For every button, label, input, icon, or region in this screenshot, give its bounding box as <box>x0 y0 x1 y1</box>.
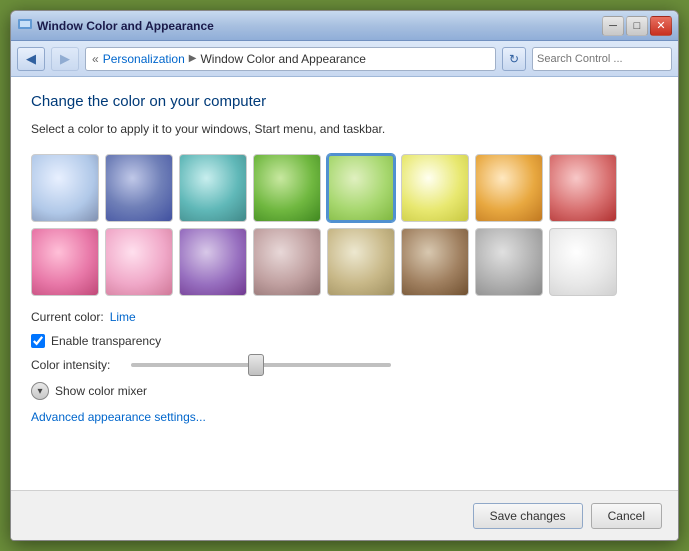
title-bar-buttons: ─ □ ✕ <box>602 16 672 36</box>
color-swatch-sky[interactable] <box>31 154 99 222</box>
expand-icon: ▾ <box>31 382 49 400</box>
breadcrumb-separator: ▶ <box>189 53 197 64</box>
color-swatch-purple[interactable] <box>179 228 247 296</box>
minimize-button[interactable]: ─ <box>602 16 624 36</box>
intensity-slider-track[interactable] <box>131 363 391 367</box>
intensity-label: Color intensity: <box>31 358 121 372</box>
color-swatch-pink[interactable] <box>31 228 99 296</box>
title-bar-left: Window Color and Appearance <box>17 18 214 34</box>
breadcrumb: « Personalization ▶ Window Color and App… <box>85 47 496 71</box>
cancel-button[interactable]: Cancel <box>591 503 662 529</box>
search-bar: 🔍 <box>532 47 672 71</box>
color-row-1 <box>31 154 658 222</box>
color-swatch-green[interactable] <box>253 154 321 222</box>
search-input[interactable] <box>537 53 679 65</box>
back-button[interactable]: ◀ <box>17 47 45 71</box>
title-bar: Window Color and Appearance ─ □ ✕ <box>11 11 678 41</box>
color-swatch-yellow[interactable] <box>401 154 469 222</box>
intensity-slider-thumb[interactable] <box>248 354 264 376</box>
forward-button[interactable]: ▶ <box>51 47 79 71</box>
current-color-label: Current color: <box>31 310 104 324</box>
window-title: Window Color and Appearance <box>37 19 214 33</box>
close-button[interactable]: ✕ <box>650 16 672 36</box>
intensity-row: Color intensity: <box>31 358 658 372</box>
current-color-row: Current color: Lime <box>31 310 658 324</box>
chevron-down-icon: ▾ <box>37 386 42 397</box>
color-swatch-tan[interactable] <box>327 228 395 296</box>
address-bar: ◀ ▶ « Personalization ▶ Window Color and… <box>11 41 678 77</box>
refresh-icon: ↻ <box>509 52 519 66</box>
page-subtitle: Select a color to apply it to your windo… <box>31 122 658 136</box>
color-swatch-teal[interactable] <box>179 154 247 222</box>
color-mixer-label: Show color mixer <box>55 384 147 398</box>
color-swatch-white[interactable] <box>549 228 617 296</box>
footer: Save changes Cancel <box>11 490 678 540</box>
color-swatch-lightpink[interactable] <box>105 228 173 296</box>
breadcrumb-personalization[interactable]: Personalization <box>103 52 185 66</box>
color-swatch-blue[interactable] <box>105 154 173 222</box>
page-title: Change the color on your computer <box>31 93 658 110</box>
transparency-row: Enable transparency <box>31 334 658 348</box>
color-grid <box>31 154 658 296</box>
breadcrumb-prefix: « <box>92 52 99 66</box>
breadcrumb-current: Window Color and Appearance <box>200 52 365 66</box>
transparency-label[interactable]: Enable transparency <box>51 334 161 348</box>
color-swatch-gray[interactable] <box>475 228 543 296</box>
advanced-appearance-link[interactable]: Advanced appearance settings... <box>31 410 658 424</box>
color-swatch-orange[interactable] <box>475 154 543 222</box>
color-row-2 <box>31 228 658 296</box>
refresh-button[interactable]: ↻ <box>502 47 526 71</box>
color-swatch-red[interactable] <box>549 154 617 222</box>
color-mixer-row[interactable]: ▾ Show color mixer <box>31 382 658 400</box>
current-color-value: Lime <box>110 310 136 324</box>
maximize-button[interactable]: □ <box>626 16 648 36</box>
window-icon <box>17 18 33 34</box>
color-swatch-lime[interactable] <box>327 154 395 222</box>
transparency-checkbox[interactable] <box>31 334 45 348</box>
color-swatch-brown[interactable] <box>401 228 469 296</box>
save-changes-button[interactable]: Save changes <box>473 503 583 529</box>
main-content: Change the color on your computer Select… <box>11 77 678 490</box>
main-window: Window Color and Appearance ─ □ ✕ ◀ ▶ « … <box>10 10 679 541</box>
back-icon: ◀ <box>26 51 36 67</box>
color-swatch-mauve[interactable] <box>253 228 321 296</box>
forward-icon: ▶ <box>60 51 70 67</box>
